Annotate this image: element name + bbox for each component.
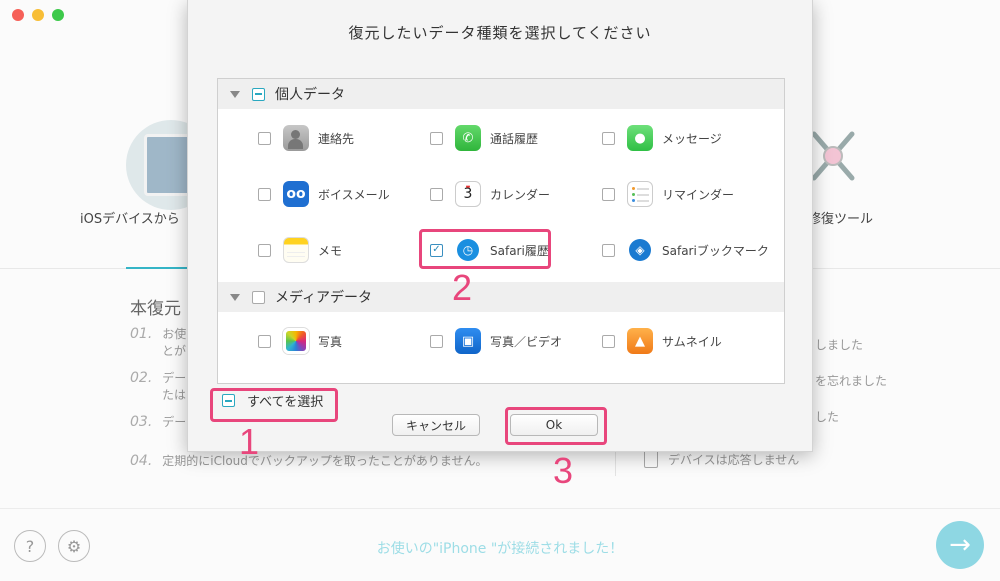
cancel-button[interactable]: キャンセル (392, 414, 480, 436)
footer-divider (0, 508, 1000, 509)
checkbox[interactable] (602, 187, 615, 201)
select-data-type-dialog: 復元したいデータ種類を選択してください 個人データ 連絡先 ✆ 通話履歴 ● メ… (187, 0, 813, 452)
checkbox[interactable] (258, 243, 271, 257)
item-contacts[interactable]: 連絡先 (258, 125, 354, 151)
contacts-icon (283, 125, 309, 151)
item-label: サムネイル (662, 334, 722, 349)
checkbox[interactable] (258, 334, 271, 348)
highlight-box-select-all (210, 388, 338, 422)
item-messages[interactable]: ● メッセージ (602, 125, 722, 151)
messages-icon: ● (627, 125, 653, 151)
item-label: 写真 (318, 334, 343, 349)
list-item: した (815, 410, 840, 424)
item-label: 通話履歴 (490, 131, 539, 146)
window-controls (12, 9, 64, 21)
symptom-list: しました を忘れました した (815, 336, 887, 444)
next-button[interactable]: → (936, 521, 984, 569)
thumbnail-icon: ▲ (627, 328, 653, 354)
checkbox[interactable] (258, 187, 271, 201)
notes-icon (283, 237, 309, 263)
disclosure-triangle-icon[interactable] (230, 293, 240, 301)
zoom-window-button[interactable] (52, 9, 64, 21)
section-heading: 本復元 (130, 299, 181, 319)
disclosure-triangle-icon[interactable] (230, 90, 240, 98)
minimize-window-button[interactable] (32, 9, 44, 21)
arrow-right-icon: → (949, 530, 971, 560)
phone-icon: ✆ (455, 125, 481, 151)
list-item: 04. 定期的にiCloudでバックアップを取ったことがありません。 (130, 453, 488, 469)
item-label: リマインダー (662, 187, 735, 202)
highlight-box-ok (505, 407, 607, 445)
phone-outline-icon (644, 450, 658, 468)
repair-tools-label[interactable]: 修復ツール (808, 208, 873, 227)
highlight-box-safari-history (419, 229, 551, 269)
step-number-2: 2 (452, 267, 473, 308)
calendar-icon: ▬ 3 (455, 181, 481, 207)
repair-tools-icon[interactable] (808, 128, 858, 184)
item-call-history[interactable]: ✆ 通話履歴 (430, 125, 538, 151)
item-label: ボイスメール (318, 187, 390, 202)
section-checkbox-personal[interactable] (252, 87, 265, 101)
checkbox[interactable] (602, 243, 615, 257)
list-item: を忘れました (815, 374, 888, 388)
photos-icon (283, 328, 309, 354)
list-item: しました (815, 338, 864, 352)
item-notes[interactable]: メモ (258, 237, 342, 263)
item-label: Safariブックマーク (662, 243, 769, 258)
section-header-personal[interactable]: 個人データ (218, 79, 784, 109)
voicemail-icon: oo (283, 181, 309, 207)
item-label: 写真／ビデオ (490, 334, 563, 349)
list-item: デバイスは応答しません (644, 450, 799, 468)
reminders-icon (627, 181, 653, 207)
item-photo-video[interactable]: ▣ 写真／ビデオ (430, 328, 562, 354)
checkbox[interactable] (430, 187, 443, 201)
item-voicemail[interactable]: oo ボイスメール (258, 181, 390, 207)
checkbox[interactable] (602, 131, 615, 145)
dialog-title: 復元したいデータ種類を選択してください (348, 24, 652, 42)
step-number-1: 1 (239, 421, 260, 462)
ios-device-option-label[interactable]: iOSデバイスから (80, 208, 180, 227)
item-reminders[interactable]: リマインダー (602, 181, 734, 207)
checkbox[interactable] (430, 131, 443, 145)
section-checkbox-media[interactable] (252, 290, 265, 304)
item-photos[interactable]: 写真 (258, 328, 342, 354)
item-label: メモ (318, 243, 343, 258)
item-label: メッセージ (662, 131, 722, 146)
item-label: カレンダー (490, 187, 551, 202)
step-number-3: 3 (553, 450, 574, 491)
item-calendar[interactable]: ▬ 3 カレンダー (430, 181, 550, 207)
safari-bookmark-icon: ◈ (627, 237, 653, 263)
section-label: 個人データ (275, 87, 345, 103)
checkbox[interactable] (430, 334, 443, 348)
item-label: 連絡先 (318, 131, 355, 146)
connection-status: お使いの"iPhone "が接続されました！ (376, 541, 624, 557)
checkbox[interactable] (258, 131, 271, 145)
section-header-media[interactable]: メディアデータ (218, 282, 784, 312)
close-window-button[interactable] (12, 9, 24, 21)
item-thumbnails[interactable]: ▲ サムネイル (602, 328, 722, 354)
checkbox[interactable] (602, 334, 615, 348)
section-label: メディアデータ (275, 290, 373, 306)
item-safari-bookmarks[interactable]: ◈ Safariブックマーク (602, 237, 769, 263)
photo-video-icon: ▣ (455, 328, 481, 354)
